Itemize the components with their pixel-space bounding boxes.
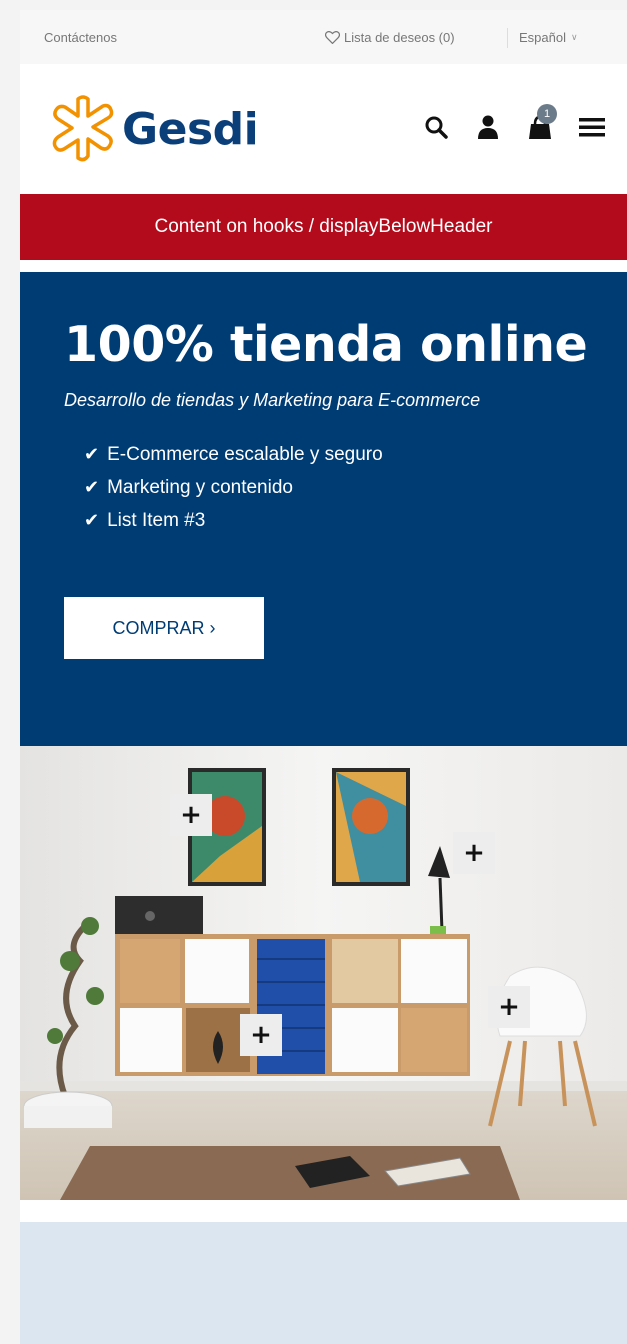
hero-section: 100% tienda online Desarrollo de tiendas… — [20, 272, 627, 746]
room-lookbook-image: + + + + — [20, 746, 627, 1200]
list-item: ✔ E-Commerce escalable y seguro — [84, 438, 383, 471]
list-item: ✔ List Item #3 — [84, 504, 383, 537]
wishlist-link[interactable]: Lista de deseos (0) — [325, 30, 455, 45]
header-actions: 1 — [421, 104, 607, 142]
wishlist-label: Lista de deseos (0) — [344, 30, 455, 45]
hamburger-menu-icon — [579, 118, 605, 137]
checkmark-icon: ✔ — [84, 510, 100, 530]
hero-subtitle: Desarrollo de tiendas y Marketing para E… — [64, 390, 481, 410]
divider — [507, 28, 508, 48]
cart-count-badge: 1 — [537, 104, 557, 124]
checkmark-icon: ✔ — [84, 444, 100, 464]
language-label: Español — [519, 30, 566, 45]
cart-button[interactable]: 1 — [525, 104, 557, 142]
top-bar: Contáctenos Lista de deseos (0) Español … — [20, 10, 627, 65]
hotspot-chair-button[interactable]: + — [488, 986, 530, 1028]
hook-banner: Content on hooks / displayBelowHeader — [20, 194, 627, 260]
language-selector[interactable]: Español ∨ — [519, 30, 578, 45]
hook-banner-text: Content on hooks / displayBelowHeader — [154, 216, 493, 237]
hotspot-lamp-button[interactable]: + — [453, 832, 495, 874]
buy-button[interactable]: COMPRAR › — [64, 597, 264, 659]
list-item-label: Marketing y contenido — [107, 476, 293, 498]
list-item-label: E-Commerce escalable y seguro — [107, 443, 383, 465]
logo-text: Gesdi — [122, 103, 259, 155]
contact-link[interactable]: Contáctenos — [44, 30, 117, 45]
below-content-section — [20, 1222, 627, 1344]
user-icon — [478, 115, 498, 139]
heart-icon — [325, 31, 340, 44]
hotspot-shelf-button[interactable]: + — [240, 1014, 282, 1056]
asterisk-logo-icon — [52, 95, 114, 162]
list-item: ✔ Marketing y contenido — [84, 471, 383, 504]
chevron-down-icon: ∨ — [570, 32, 578, 42]
logo[interactable]: Gesdi — [48, 94, 259, 164]
search-button[interactable] — [421, 112, 451, 142]
checkmark-icon: ✔ — [84, 477, 100, 497]
list-item-label: List Item #3 — [107, 509, 206, 531]
hotspot-painting-button[interactable]: + — [170, 794, 212, 836]
menu-button[interactable] — [577, 112, 607, 142]
page: Contáctenos Lista de deseos (0) Español … — [20, 10, 627, 1344]
hero-feature-list: ✔ E-Commerce escalable y seguro ✔ Marketin… — [84, 438, 383, 537]
site-header: Gesdi 1 — [20, 64, 627, 194]
hero-title: 100% tienda online — [64, 316, 588, 373]
search-icon — [425, 116, 448, 139]
room-illustration — [20, 746, 627, 1200]
account-button[interactable] — [473, 112, 503, 142]
